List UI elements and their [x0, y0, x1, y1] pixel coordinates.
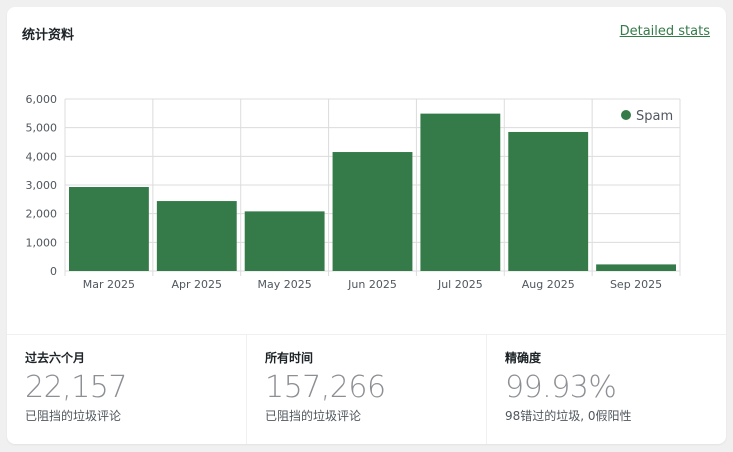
stats-card: 统计资料 Detailed stats 0 1,000 2,000 3,000 4,00… [7, 7, 726, 444]
y-tick-label: 6,000 [26, 93, 58, 106]
y-tick-label: 3,000 [26, 179, 58, 192]
stat-value: 22,157 [25, 370, 127, 405]
stat-label: 所有时间 [265, 351, 314, 365]
stat-value: 157,266 [265, 370, 386, 405]
y-tick-label: 2,000 [26, 208, 58, 221]
legend-marker [621, 110, 631, 120]
y-tick-label: 5,000 [26, 122, 58, 135]
legend-label: Spam [636, 109, 673, 124]
x-tick-label: Aug 2025 [522, 278, 575, 291]
x-tick-label: Mar 2025 [83, 278, 135, 291]
spam-bar-chart: 0 1,000 2,000 3,000 4,000 5,000 6,000 Mar 2025 A… [26, 93, 681, 291]
x-tick-label: May 2025 [258, 278, 312, 291]
y-tick-label: 4,000 [26, 150, 58, 163]
x-tick-label: Apr 2025 [172, 278, 223, 291]
bar [420, 113, 501, 272]
bar [508, 131, 589, 271]
x-tick-label: Sep 2025 [610, 278, 662, 291]
bar [156, 201, 237, 271]
stat-accuracy: 精确度 99.93% 98错过的垃圾, 0假阳性 [487, 335, 726, 444]
bar [69, 187, 149, 271]
stat-label: 过去六个月 [25, 351, 86, 365]
stat-label: 精确度 [505, 351, 542, 365]
bar [244, 211, 325, 271]
stat-past-six-months: 过去六个月 22,157 已阻挡的垃圾评论 [7, 335, 247, 444]
stat-value: 99.93% [505, 370, 617, 405]
stat-description: 已阻挡的垃圾评论 [265, 409, 362, 423]
bar [596, 264, 676, 271]
y-tick-label: 0 [50, 265, 57, 278]
stats-summary: 过去六个月 22,157 已阻挡的垃圾评论 所有时间 157,266 已阻挡的垃… [7, 334, 726, 444]
stat-all-time: 所有时间 157,266 已阻挡的垃圾评论 [247, 335, 487, 444]
stat-description: 已阻挡的垃圾评论 [25, 409, 122, 423]
x-tick-label: Jun 2025 [347, 278, 397, 291]
stat-description: 98错过的垃圾, 0假阳性 [505, 409, 632, 423]
x-tick-label: Jul 2025 [437, 278, 483, 291]
y-tick-label: 1,000 [26, 236, 58, 249]
bar [332, 152, 413, 271]
